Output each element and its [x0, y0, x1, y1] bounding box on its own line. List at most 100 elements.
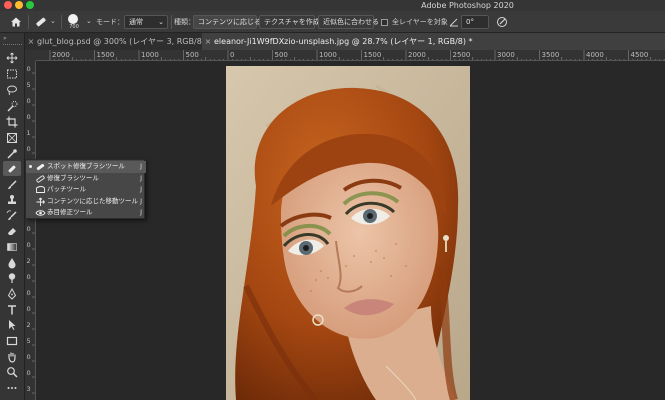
type-content-aware-button[interactable]: コンテンツに応じる	[193, 15, 261, 29]
eyedropper-tool-icon[interactable]	[3, 146, 21, 161]
mode-select[interactable]: 通常 ⌄	[124, 15, 168, 29]
ruler-label: 1500	[364, 51, 382, 59]
zoom-tool-icon[interactable]	[3, 364, 21, 379]
ruler-label: 5	[27, 337, 31, 345]
hand-tool-icon[interactable]	[3, 349, 21, 364]
spot-healing-brush-icon	[35, 162, 46, 172]
chevron-down-icon[interactable]: ⌄	[50, 17, 56, 25]
ruler-label: 0	[27, 273, 31, 281]
ruler-label: 0	[230, 51, 234, 59]
ruler-label: 4500	[631, 51, 649, 59]
spot-healing-brush-preset-icon[interactable]	[34, 15, 48, 29]
ruler-label: 0	[27, 369, 31, 377]
flyout-item-shortcut: J	[140, 173, 142, 182]
marquee-tool-icon[interactable]	[3, 66, 21, 81]
clone-stamp-tool-icon[interactable]	[3, 192, 21, 207]
more-tools-icon[interactable]	[3, 380, 21, 395]
vertical-ruler[interactable]: 050010001500200025003	[25, 61, 36, 400]
document-image[interactable]	[226, 66, 470, 400]
ruler-label: 500	[186, 51, 199, 59]
ruler-label: 2	[27, 321, 31, 329]
type-create-texture-button[interactable]: テクスチャを作成	[259, 15, 320, 29]
dodge-tool-icon[interactable]	[3, 270, 21, 285]
ruler-label: 3	[27, 385, 31, 393]
mode-label: モード：	[96, 18, 124, 26]
ruler-label: 2	[27, 257, 31, 265]
ruler-label: 2500	[453, 51, 471, 59]
ruler-label: 0	[27, 289, 31, 297]
quick-selection-tool-icon[interactable]	[3, 98, 21, 113]
flyout-item-shortcut: J	[140, 196, 142, 205]
ruler-label: 0	[27, 305, 31, 313]
flyout-item-content-aware-move[interactable]: コンテンツに応じた移動ツール J	[26, 196, 146, 208]
panel-collapse-icon[interactable]: »	[3, 35, 7, 42]
flyout-item-label: コンテンツに応じた移動ツール	[47, 196, 138, 205]
brush-tool-icon[interactable]	[3, 177, 21, 192]
home-icon[interactable]	[9, 15, 23, 29]
lasso-tool-icon[interactable]	[3, 82, 21, 97]
healing-brush-icon	[35, 174, 46, 184]
spot-healing-brush-tool-icon[interactable]	[3, 161, 21, 176]
tab-label: eleanor-Ji1W9fDXzio-unsplash.jpg @ 28.7%…	[214, 37, 473, 46]
ruler-label: 2000	[408, 51, 426, 59]
mode-value: 通常	[129, 18, 143, 26]
panel-grip[interactable]	[3, 44, 22, 46]
pen-tool-icon[interactable]	[3, 286, 21, 301]
patch-icon	[35, 185, 46, 195]
close-tab-icon[interactable]: ×	[202, 33, 214, 50]
ruler-label: 0	[27, 353, 31, 361]
type-tool-icon[interactable]	[3, 302, 21, 317]
horizontal-ruler[interactable]: 2000 1500 1000 500 0 500 1000 1500 2000 2500 3000 3…	[36, 50, 665, 61]
close-tab-icon[interactable]: ×	[25, 33, 37, 50]
separator	[61, 15, 62, 29]
ruler-label: 1000	[141, 51, 159, 59]
blur-tool-icon[interactable]	[3, 255, 21, 270]
angle-input[interactable]: 0°	[461, 15, 489, 29]
brush-size-picker[interactable]: 700	[65, 13, 83, 31]
flyout-item-shortcut: J	[140, 162, 142, 170]
gradient-tool-icon[interactable]	[3, 239, 21, 254]
brush-tip-icon	[68, 14, 78, 24]
vertical-ruler-ticks: 050010001500200025003	[27, 65, 35, 394]
ruler-origin[interactable]	[25, 50, 36, 61]
selected-dot-icon	[29, 165, 32, 168]
eraser-tool-icon[interactable]	[3, 223, 21, 238]
chevron-down-icon[interactable]: ⌄	[86, 17, 92, 25]
flyout-item-label: スポット修復ブラシツール	[47, 162, 125, 170]
frame-tool-icon[interactable]	[3, 130, 21, 145]
pressure-size-icon[interactable]	[496, 16, 508, 28]
move-tool-icon[interactable]	[3, 50, 21, 65]
angle-icon	[449, 17, 459, 27]
tab-eleanor-photo[interactable]: × eleanor-Ji1W9fDXzio-unsplash.jpg @ 28.7…	[202, 33, 665, 50]
flyout-item-label: 修復ブラシツール	[47, 173, 99, 182]
title-bar: Adobe Photoshop 2020	[0, 0, 665, 11]
ruler-label: 0	[27, 97, 31, 105]
path-selection-tool-icon[interactable]	[3, 317, 21, 332]
ruler-label: 2000	[52, 51, 70, 59]
ruler-label: 0	[27, 145, 31, 153]
healing-tools-flyout: スポット修復ブラシツール J 修復ブラシツール J パッチツール J コンテンツ…	[25, 159, 146, 219]
ruler-label: 0	[27, 225, 31, 233]
crop-tool-icon[interactable]	[3, 114, 21, 129]
flyout-item-healing-brush[interactable]: 修復ブラシツール J	[26, 173, 146, 185]
flyout-item-red-eye[interactable]: 赤目修正ツール J	[26, 207, 146, 219]
ruler-label: 3500	[542, 51, 560, 59]
flyout-item-shortcut: J	[140, 185, 142, 193]
rectangle-tool-icon[interactable]	[3, 333, 21, 348]
content-aware-move-icon	[35, 197, 46, 207]
tab-glut-blog[interactable]: × glut_blog.psd @ 300% (レイヤー 3, RGB/8) *	[25, 33, 211, 50]
flyout-item-patch[interactable]: パッチツール J	[26, 184, 146, 196]
ruler-label: 500	[275, 51, 288, 59]
type-proximity-match-button[interactable]: 近似色に合わせる	[318, 15, 379, 29]
ruler-label: 4000	[586, 51, 604, 59]
document-tab-bar: × glut_blog.psd @ 300% (レイヤー 3, RGB/8) * …	[25, 33, 665, 50]
flyout-item-shortcut: J	[140, 208, 142, 216]
flyout-item-spot-healing-brush[interactable]: スポット修復ブラシツール J	[26, 161, 146, 173]
ruler-label: 1500	[97, 51, 115, 59]
ruler-label: 1	[27, 129, 31, 137]
red-eye-icon	[35, 208, 46, 218]
separator	[28, 15, 29, 29]
history-brush-tool-icon[interactable]	[3, 208, 21, 223]
sample-all-layers-checkbox[interactable]	[381, 19, 388, 26]
ruler-label: 0	[27, 241, 31, 249]
